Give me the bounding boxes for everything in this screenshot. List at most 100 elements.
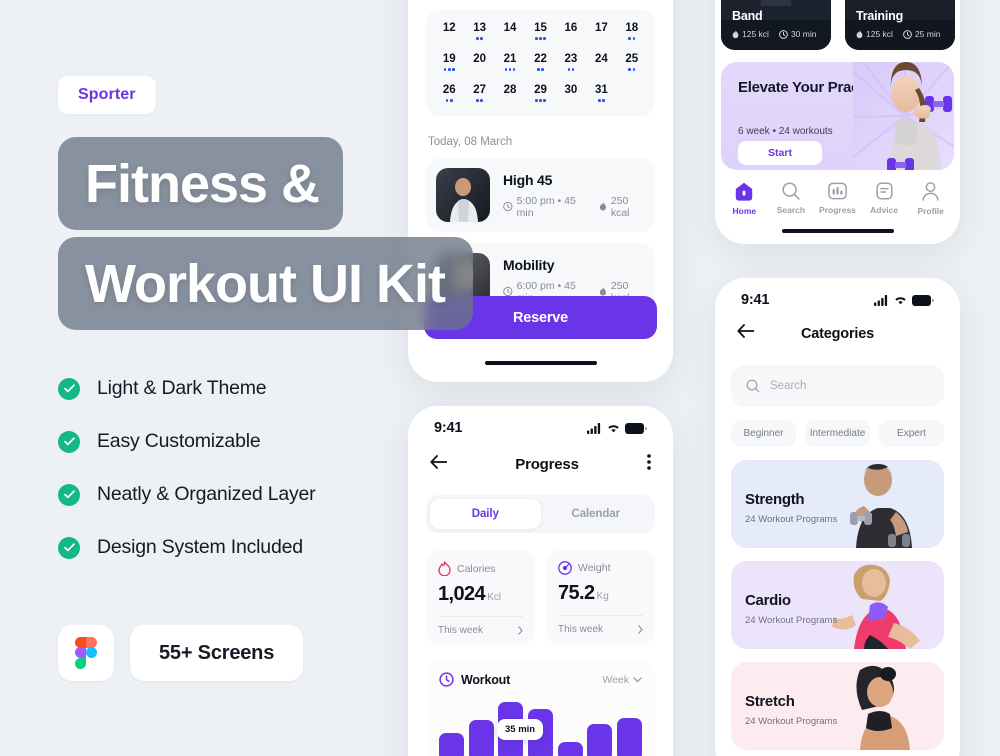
stat-card-weight[interactable]: Weight 75.2 Kg This week — [546, 550, 655, 645]
calendar-day[interactable]: 24 — [586, 51, 616, 73]
stat-card-calories[interactable]: Calories 1,024 Kcl This week — [426, 550, 535, 645]
wifi-icon — [608, 425, 619, 433]
calendar-day[interactable]: 22 — [525, 51, 555, 73]
bar-sun[interactable] — [439, 733, 464, 756]
female-running-photo — [832, 564, 920, 649]
calendar-day-number: 13 — [473, 22, 487, 34]
chart-tooltip: 35 min — [497, 719, 544, 740]
calendar-day[interactable]: 12 — [434, 20, 464, 42]
calendar-day[interactable]: 26 — [434, 82, 464, 104]
cellular-icon — [587, 422, 601, 434]
calendar-day[interactable]: 20 — [464, 51, 494, 73]
calendar-day-dots — [495, 99, 525, 104]
difficulty-filters[interactable]: Beginner Intermediate Expert — [731, 420, 944, 447]
calendar-day-dots — [617, 68, 647, 73]
calendar-day[interactable]: 23 — [556, 51, 586, 73]
progress-tabs[interactable]: Daily Calendar — [426, 495, 655, 533]
bottom-tab-bar[interactable]: Home Search Progress Advice Profile — [715, 182, 960, 216]
calendar-day-number: 27 — [473, 84, 487, 96]
flame-icon — [856, 29, 863, 38]
home-indicator — [715, 228, 960, 233]
calendar-day-number: 17 — [594, 22, 608, 34]
workout-card[interactable]: Training 125 kcl 25 min — [845, 0, 955, 50]
calendar-day-number: 19 — [442, 53, 456, 65]
back-button[interactable] — [430, 455, 448, 474]
workout-card-kcal: 125 kcl — [856, 29, 893, 39]
stat-footer[interactable]: This week — [558, 624, 643, 635]
feature-label: Light & Dark Theme — [97, 377, 267, 399]
category-card-cardio[interactable]: Cardio 24 Workout Programs — [731, 561, 944, 649]
category-subtitle: 24 Workout Programs — [745, 716, 838, 727]
calendar-day[interactable]: 30 — [556, 82, 586, 104]
tab-calendar[interactable]: Calendar — [541, 499, 652, 529]
calendar-day[interactable]: 27 — [464, 82, 494, 104]
calendar-day[interactable]: 31 — [586, 82, 616, 104]
category-card-stretch[interactable]: Stretch 24 Workout Programs — [731, 662, 944, 750]
feature-label: Neatly & Organized Layer — [97, 483, 316, 505]
chevron-right-icon — [638, 625, 643, 634]
stat-card-row: Calories 1,024 Kcl This week Weight 75.2 Kg Thi… — [426, 550, 655, 645]
calendar-day[interactable]: 15 — [525, 20, 555, 42]
calendar-day-number: 28 — [503, 84, 517, 96]
calendar-day-number: 18 — [625, 22, 639, 34]
more-button[interactable] — [647, 454, 651, 475]
tab-advice[interactable]: Advice — [861, 182, 907, 216]
bottom-chips: 55+ Screens — [58, 625, 304, 681]
bar-fri[interactable] — [587, 724, 613, 756]
filter-expert[interactable]: Expert — [879, 420, 944, 447]
calendar-day[interactable]: 17 — [586, 20, 616, 42]
clock-icon — [779, 29, 788, 39]
calendar-day[interactable]: 19 — [434, 51, 464, 73]
feature-list: Light & Dark Theme Easy Customizable Neatl… — [58, 362, 316, 574]
search-input[interactable]: Search — [731, 365, 944, 407]
calendar-day[interactable]: 16 — [556, 20, 586, 42]
chart-range-selector[interactable]: Week — [602, 674, 642, 686]
today-label: Today, 08 March — [428, 136, 513, 148]
stat-value: 1,024 Kcl — [438, 583, 501, 605]
phone-home-screen: Band 125 kcl 30 min Training 125 kcl 25 min E… — [715, 0, 960, 244]
start-button[interactable]: Start — [738, 141, 822, 165]
back-button[interactable] — [737, 324, 755, 343]
stat-footer[interactable]: This week — [438, 625, 523, 636]
calendar-day-dots — [495, 37, 525, 42]
calendar-day[interactable]: 25 — [617, 51, 647, 73]
calendar-day[interactable]: 29 — [525, 82, 555, 104]
calendar-day[interactable]: 18 — [617, 20, 647, 42]
divider — [438, 616, 523, 617]
battery-icon — [912, 294, 934, 306]
session-card[interactable]: High 45 5:00 pm • 45 min 250 kcal — [426, 158, 655, 232]
tab-profile[interactable]: Profile — [908, 182, 954, 216]
check-icon — [58, 430, 80, 453]
tab-search[interactable]: Search — [768, 182, 814, 216]
calendar-day[interactable]: 13 — [464, 20, 494, 42]
workout-card-duration: 30 min — [779, 29, 816, 39]
calendar-day-dots — [525, 37, 555, 42]
category-card-strength[interactable]: Strength 24 Workout Programs — [731, 460, 944, 548]
calendar-day[interactable]: 28 — [495, 82, 525, 104]
clock-icon — [903, 29, 912, 39]
tab-home[interactable]: Home — [721, 182, 767, 216]
bar-thu[interactable] — [557, 742, 583, 756]
promo-program-card[interactable]: Elevate Your Practice 6 week • 24 workou… — [721, 62, 954, 170]
category-subtitle: 24 Workout Programs — [745, 514, 838, 525]
bar-fill — [439, 733, 464, 756]
calendar-day-dots — [464, 37, 494, 42]
check-icon — [58, 536, 80, 559]
filter-beginner[interactable]: Beginner — [731, 420, 796, 447]
phone-progress-screen: 9:41 Progress Daily Calendar Calories 1,… — [408, 406, 673, 756]
bar-sat[interactable] — [616, 718, 642, 756]
filter-intermediate[interactable]: Intermediate — [805, 420, 870, 447]
calendar-day[interactable]: 14 — [495, 20, 525, 42]
chart-title: Workout — [461, 672, 511, 687]
category-title: Cardio — [745, 592, 791, 609]
bar-mon[interactable] — [468, 720, 494, 756]
workout-card[interactable]: Band 125 kcl 30 min — [721, 0, 831, 50]
calendar-day[interactable]: 21 — [495, 51, 525, 73]
promo-canvas: Sporter Fitness & Workout UI Kit Light &… — [0, 0, 1000, 756]
calendar-grid[interactable]: 12 13 14 15 16 17 18 19 20 21 22 23 24 25 26 27 28 29 30 31 — [426, 10, 655, 116]
tab-progress[interactable]: Progress — [814, 182, 860, 216]
tab-daily[interactable]: Daily — [430, 499, 541, 529]
wifi-icon — [895, 297, 906, 305]
bar-fill — [557, 742, 583, 756]
workout-card-kcal: 125 kcl — [732, 29, 769, 39]
